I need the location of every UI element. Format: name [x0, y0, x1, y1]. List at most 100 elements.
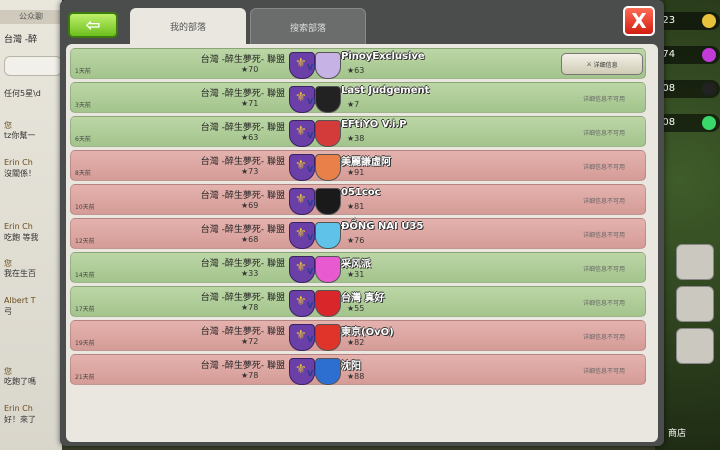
war-time-ago: 17天前	[75, 306, 95, 313]
details-unavailable-label: 详细信息不可用	[583, 198, 626, 205]
opponent-clan-name: 台灣 真好	[341, 293, 385, 304]
my-clan-stars: ★70	[241, 65, 259, 74]
back-button[interactable]: ⇦	[68, 12, 118, 38]
opponent-clan-badge-icon	[315, 154, 341, 181]
war-log-row: 1天前台灣 -醉生夢死- 聯盟★70VSPinoyExclusive★63⚔ 详…	[70, 48, 646, 79]
chat-message: 吃飽了嗎	[4, 377, 36, 386]
war-time-ago: 1天前	[75, 68, 91, 75]
tab-search-clans[interactable]: 搜索部落	[250, 8, 366, 46]
train-troops-button[interactable]	[676, 244, 714, 280]
my-clan-stars: ★78	[241, 303, 259, 312]
war-log-row: 14天前台灣 -醉生夢死- 聯盟★33VS采风派★31详细信息不可用	[70, 252, 646, 283]
war-time-ago: 14天前	[75, 272, 95, 279]
dark-elixir-icon	[702, 82, 716, 96]
opponent-clan-name: 051coc	[341, 187, 381, 198]
my-clan-name: 台灣 -醉生夢死- 聯盟	[200, 259, 285, 269]
opponent-clan-badge-icon	[315, 120, 341, 147]
chat-message: 任何5星\d	[4, 89, 41, 98]
opponent-clan-stars: ★76	[347, 236, 365, 245]
chat-sender: Erin Ch	[4, 404, 33, 413]
opponent-clan-stars: ★88	[347, 372, 365, 381]
war-time-ago: 21天前	[75, 374, 95, 381]
my-clan-stars: ★73	[241, 167, 259, 176]
opponent-clan-badge-icon	[315, 256, 341, 283]
details-unavailable-label: 详细信息不可用	[583, 164, 626, 171]
war-log-row: 6天前台灣 -醉生夢死- 聯盟★63VSEFtiYO V.i.P★38详细信息不…	[70, 116, 646, 147]
details-unavailable-label: 详细信息不可用	[583, 368, 626, 375]
heroes-button[interactable]	[676, 286, 714, 322]
opponent-clan-stars: ★91	[347, 168, 365, 177]
chat-message: 弓	[4, 307, 12, 316]
opponent-clan-stars: ★63	[347, 66, 365, 75]
war-time-ago: 8天前	[75, 170, 91, 177]
my-clan-stars: ★69	[241, 201, 259, 210]
details-unavailable-label: 详细信息不可用	[583, 130, 626, 137]
gem-icon	[702, 116, 716, 130]
opponent-clan-name: 采风派	[341, 259, 371, 270]
opponent-clan-badge-icon	[315, 358, 341, 385]
opponent-clan-badge-icon	[315, 222, 341, 249]
opponent-clan-badge-icon	[315, 52, 341, 79]
shop-label[interactable]: 商店	[668, 426, 686, 439]
details-unavailable-label: 详细信息不可用	[583, 266, 626, 273]
chat-message: 好！來了	[4, 415, 36, 424]
war-time-ago: 19天前	[75, 340, 95, 347]
my-clan-name: 台灣 -醉生夢死- 聯盟	[200, 89, 285, 99]
war-log-row: 12天前台灣 -醉生夢死- 聯盟★68VSĐỒNG NAI U35★76详细信息…	[70, 218, 646, 249]
details-unavailable-label: 详细信息不可用	[583, 96, 626, 103]
war-time-ago: 10天前	[75, 204, 95, 211]
opponent-clan-name: Last Judgement	[341, 85, 430, 96]
my-clan-stars: ★68	[241, 235, 259, 244]
my-clan-name: 台灣 -醉生夢死- 聯盟	[200, 361, 285, 371]
opponent-clan-badge-icon	[315, 290, 341, 317]
settings-button[interactable]	[676, 328, 714, 364]
opponent-clan-stars: ★31	[347, 270, 365, 279]
chat-sender: Erin Ch	[4, 222, 33, 231]
arrow-left-icon: ⇦	[85, 14, 101, 36]
war-log-row: 10天前台灣 -醉生夢死- 聯盟★69VS051coc★81详细信息不可用	[70, 184, 646, 215]
war-details-button[interactable]: ⚔ 详细信息	[561, 53, 643, 75]
war-log-dialog: ⇦ 我的部落 搜索部落 X 1天前台灣 -醉生夢死- 聯盟★70VSPinoyE…	[60, 0, 664, 446]
elixir-icon	[702, 48, 716, 62]
opponent-clan-name: ĐỒNG NAI U35	[341, 221, 424, 232]
my-clan-stars: ★63	[241, 133, 259, 142]
details-unavailable-label: 详细信息不可用	[583, 232, 626, 239]
chat-input[interactable]	[4, 56, 62, 76]
chat-message: tz你幫一	[4, 131, 36, 140]
chat-sender: Erin Ch	[4, 158, 33, 167]
opponent-clan-name: EFtiYO V.i.P	[341, 119, 407, 130]
war-log-row: 8天前台灣 -醉生夢死- 聯盟★73VS美麗謙虛阿★91详细信息不可用	[70, 150, 646, 181]
opponent-clan-name: 東京(OvO)	[341, 327, 394, 338]
chat-message: 吃飽 等我	[4, 233, 39, 242]
opponent-clan-stars: ★7	[347, 100, 360, 109]
war-log-row: 21天前台灣 -醉生夢死- 聯盟★78VS沈阳★88详细信息不可用	[70, 354, 646, 385]
chat-panel: 公众聊 台灣 -醉 任何5星\d 您 tz你幫一 Erin Ch 沒關係！ Erin Ch…	[0, 0, 62, 450]
swords-icon: ⚔	[586, 60, 594, 68]
my-clan-name: 台灣 -醉生夢死- 聯盟	[200, 225, 285, 235]
chat-clan-name: 台灣 -醉	[4, 35, 38, 45]
opponent-clan-stars: ★81	[347, 202, 365, 211]
close-icon: X	[631, 9, 647, 33]
war-time-ago: 6天前	[75, 136, 91, 143]
opponent-clan-badge-icon	[315, 324, 341, 351]
opponent-clan-badge-icon	[315, 188, 341, 215]
details-unavailable-label: 详细信息不可用	[583, 334, 626, 341]
opponent-clan-stars: ★82	[347, 338, 365, 347]
my-clan-name: 台灣 -醉生夢死- 聯盟	[200, 191, 285, 201]
chat-message: 沒關係！	[4, 169, 36, 178]
tab-my-clan[interactable]: 我的部落	[130, 8, 246, 46]
my-clan-name: 台灣 -醉生夢死- 聯盟	[200, 293, 285, 303]
close-button[interactable]: X	[623, 6, 655, 36]
war-log-row: 3天前台灣 -醉生夢死- 聯盟★71VSLast Judgement★7详细信息…	[70, 82, 646, 113]
my-clan-name: 台灣 -醉生夢死- 聯盟	[200, 123, 285, 133]
war-log-row: 19天前台灣 -醉生夢死- 聯盟★72VS東京(OvO)★82详细信息不可用	[70, 320, 646, 351]
my-clan-name: 台灣 -醉生夢死- 聯盟	[200, 157, 285, 167]
my-clan-stars: ★78	[241, 371, 259, 380]
my-clan-name: 台灣 -醉生夢死- 聯盟	[200, 55, 285, 65]
opponent-clan-name: 沈阳	[341, 361, 361, 372]
my-clan-stars: ★33	[241, 269, 259, 278]
chat-tab-global[interactable]: 公众聊	[0, 10, 62, 24]
chat-message: 我在生百	[4, 269, 36, 278]
gold-icon	[702, 14, 716, 28]
village-view	[655, 0, 720, 450]
